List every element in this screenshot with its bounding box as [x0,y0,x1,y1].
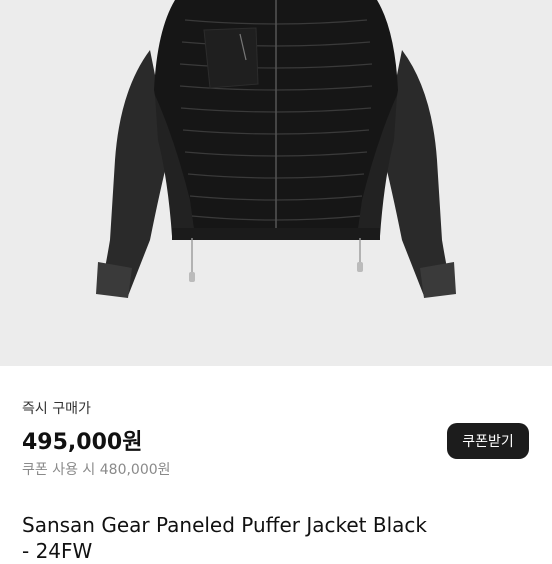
product-image[interactable] [0,0,552,366]
coupon-button[interactable]: 쿠폰받기 [447,423,529,459]
price: 495,000원 [22,430,143,455]
product-title: Sansan Gear Paneled Puffer Jacket Black … [22,513,427,563]
purchase-label: 즉시 구매가 [22,401,91,417]
puffer-jacket-image [96,0,456,298]
coupon-price: 쿠폰 사용 시 480,000원 [22,462,171,478]
